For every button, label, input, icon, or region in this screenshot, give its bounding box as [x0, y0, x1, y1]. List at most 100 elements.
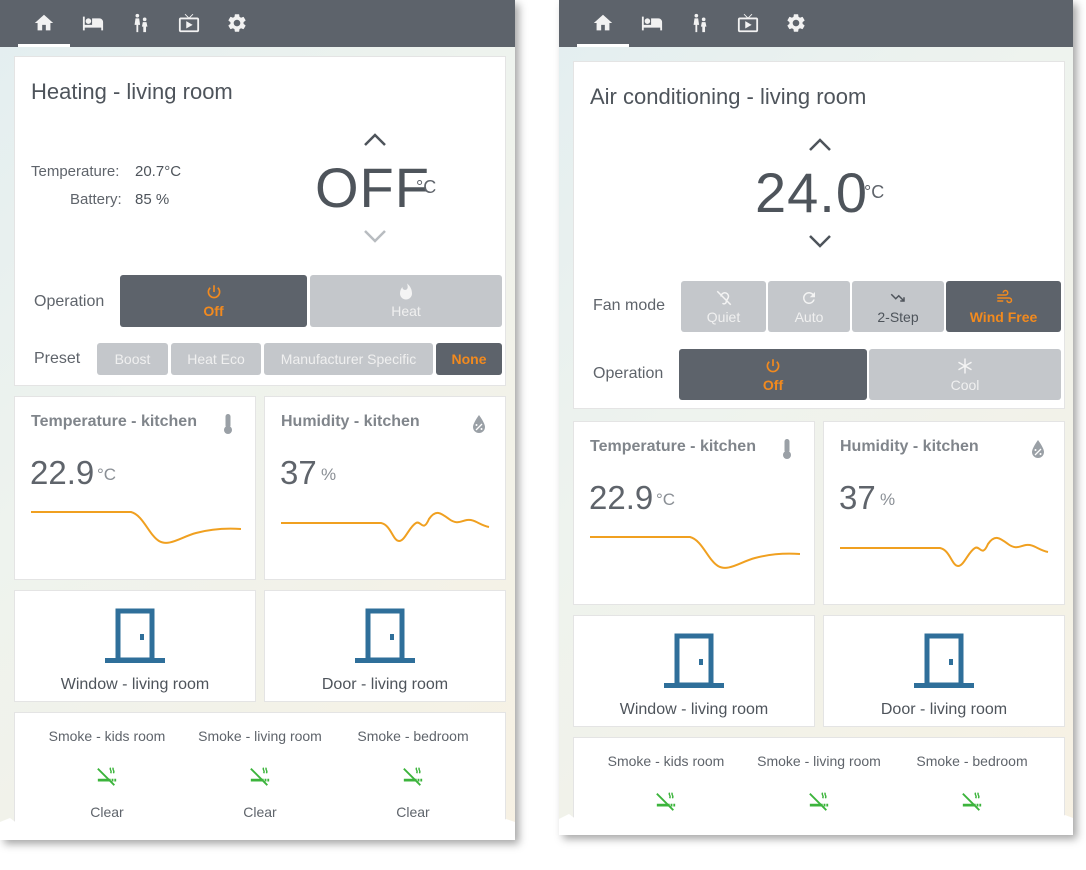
temperature-value: 20.7°C: [135, 163, 182, 180]
smoke-kids-room-label: Smoke - kids room: [607, 753, 725, 769]
preset-heat-eco-button[interactable]: Heat Eco: [171, 343, 261, 375]
smoke-off-icon[interactable]: [96, 765, 118, 787]
temperature-sensor-card[interactable]: Temperature - kitchen 22.9 °C: [14, 396, 256, 580]
window-sensor-card[interactable]: Window - living room: [14, 590, 256, 702]
humidity-sensor-unit: %: [880, 490, 896, 509]
setpoint-up-chevron-icon[interactable]: [363, 133, 387, 147]
family-icon[interactable]: [685, 8, 715, 38]
window-sensor-label: Window - living room: [619, 701, 769, 718]
setpoint-value: 24.0: [755, 161, 868, 224]
smoke-off-icon[interactable]: [402, 765, 424, 787]
fan-auto-label: Auto: [794, 308, 824, 325]
smoke-bedroom-label: Smoke - bedroom: [357, 728, 469, 744]
door-closed-icon: [914, 633, 974, 688]
family-icon[interactable]: [126, 8, 156, 38]
setpoint-value: OFF: [315, 156, 430, 219]
power-icon: [766, 358, 780, 372]
fan-2-step-label: 2-Step: [877, 308, 919, 325]
temperature-sensor-value: 22.9: [30, 454, 95, 491]
home-icon[interactable]: [29, 8, 59, 38]
smoke-living-room-label: Smoke - living room: [757, 753, 881, 769]
fan-wind-free-button[interactable]: Wind Free: [946, 281, 1061, 332]
tv-icon[interactable]: [733, 8, 763, 38]
battery-value: 85 %: [135, 191, 170, 208]
preset-label: Preset: [34, 350, 81, 367]
operation-heat-button[interactable]: Heat: [310, 275, 502, 327]
temperature-sparkline: [31, 511, 241, 544]
ac-card: Air conditioning - living room 24.0 °C F…: [573, 61, 1065, 409]
power-icon: [207, 285, 220, 299]
torn-edge: [0, 816, 515, 840]
fan-2-step-button[interactable]: 2-Step: [852, 281, 944, 332]
refresh-icon: [802, 291, 815, 304]
humidity-sensor-title: Humidity - kitchen: [840, 438, 979, 455]
bed-icon[interactable]: [78, 8, 108, 38]
ear-off-icon: [716, 290, 731, 305]
door-sensor-card[interactable]: Door - living room: [823, 615, 1065, 727]
gear-icon[interactable]: [781, 8, 811, 38]
humidity-sensor-value: 37: [280, 454, 317, 491]
temperature-sensor-unit: °C: [656, 490, 676, 509]
heating-card: Heating - living room Temperature: 20.7°…: [14, 56, 506, 386]
door-closed-icon: [105, 608, 165, 663]
window-sensor-card[interactable]: Window - living room: [573, 615, 815, 727]
preset-boost-button[interactable]: Boost: [97, 343, 168, 375]
humidity-sensor-card[interactable]: Humidity - kitchen 37 %: [823, 421, 1065, 605]
operation-label: Operation: [593, 365, 664, 382]
fan-auto-button[interactable]: Auto: [768, 281, 850, 332]
operation-cool-button[interactable]: Cool: [869, 349, 1061, 400]
thermometer-icon: [783, 439, 791, 459]
setpoint-down-chevron-icon[interactable]: [808, 234, 832, 248]
temperature-sparkline: [590, 536, 800, 569]
heating-title: Heating - living room: [31, 79, 233, 104]
humidity-sparkline: [281, 512, 490, 543]
temperature-sensor-card[interactable]: Temperature - kitchen 22.9 °C: [573, 421, 815, 605]
operation-off-button[interactable]: Off: [120, 275, 307, 327]
operation-off-label: Off: [762, 376, 784, 393]
smoke-bedroom-label: Smoke - bedroom: [916, 753, 1028, 769]
active-tab-indicator: [577, 44, 629, 47]
smoke-off-icon[interactable]: [249, 765, 271, 787]
preset-none-button[interactable]: None: [436, 343, 502, 375]
operation-off-label: Off: [203, 303, 224, 319]
top-navigation: [0, 0, 515, 47]
temperature-sensor-title: Temperature - kitchen: [590, 438, 756, 455]
smoke-kids-room-label: Smoke - kids room: [48, 728, 166, 744]
door-sensor-label: Door - living room: [321, 676, 449, 693]
humidity-sparkline: [840, 537, 1049, 568]
operation-cool-label: Cool: [950, 376, 980, 393]
fan-quiet-button[interactable]: Quiet: [681, 281, 766, 332]
fan-quiet-label: Quiet: [706, 308, 741, 325]
door-sensor-card[interactable]: Door - living room: [264, 590, 506, 702]
temperature-sensor-unit: °C: [97, 465, 117, 484]
snowflake-icon: [958, 358, 972, 373]
heating-dashboard-panel: Heating - living room Temperature: 20.7°…: [0, 0, 515, 840]
thermometer-icon: [224, 414, 232, 434]
setpoint-down-chevron-icon[interactable]: [363, 229, 387, 243]
door-closed-icon: [664, 633, 724, 688]
gear-icon[interactable]: [222, 8, 252, 38]
temperature-sensor-value: 22.9: [589, 479, 654, 516]
home-icon[interactable]: [588, 8, 618, 38]
fan-mode-label: Fan mode: [593, 297, 666, 314]
operation-off-button[interactable]: Off: [679, 349, 867, 400]
operation-heat-label: Heat: [391, 303, 421, 319]
flame-icon: [400, 283, 412, 300]
setpoint-up-chevron-icon[interactable]: [808, 138, 832, 152]
setpoint-unit: °C: [416, 177, 437, 197]
operation-label: Operation: [34, 293, 105, 310]
torn-edge: [559, 812, 1073, 835]
bed-icon[interactable]: [637, 8, 667, 38]
battery-label: Battery:: [70, 191, 122, 208]
water-percent-icon: [473, 415, 485, 433]
humidity-sensor-card[interactable]: Humidity - kitchen 37 %: [264, 396, 506, 580]
tv-icon[interactable]: [174, 8, 204, 38]
temperature-sensor-title: Temperature - kitchen: [31, 413, 197, 430]
preset-manufacturer-specific-button[interactable]: Manufacturer Specific: [264, 343, 433, 375]
ac-dashboard-panel: Air conditioning - living room 24.0 °C F…: [559, 0, 1073, 835]
fan-wind-free-label: Wind Free: [969, 308, 1038, 325]
top-navigation: [559, 0, 1073, 47]
door-sensor-label: Door - living room: [880, 701, 1008, 718]
ac-title: Air conditioning - living room: [590, 84, 867, 109]
humidity-sensor-unit: %: [321, 465, 337, 484]
